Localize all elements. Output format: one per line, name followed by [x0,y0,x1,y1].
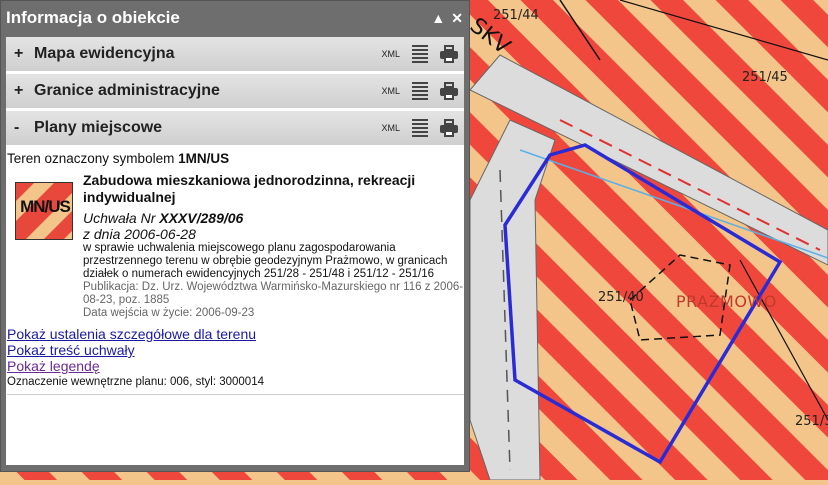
resolution-number: Uchwała Nr XXXV/289/06 [83,210,464,226]
xml-button[interactable]: XML [381,49,400,59]
map-town-label: PRAŻMOWO [676,292,777,311]
map-label-251-35: 251/35 [795,414,828,429]
effective-date: Data wejścia w życie: 2006-09-23 [83,307,255,319]
plan-record: MN/US Zabudowa mieszkaniowa jednorodzinn… [7,172,464,320]
zone-name: Zabudowa mieszkaniowa jednorodzinna, rek… [83,172,416,205]
list-icon[interactable] [412,82,428,100]
list-icon[interactable] [412,45,428,63]
map-label-251-44: 251/44 [493,8,539,23]
object-info-panel: Informacja o obiekcie ▲ ✕ + Mapa ewidenc… [0,0,470,472]
section-mapa-ewidencyjna[interactable]: + Mapa ewidencyjna XML [6,37,464,74]
map-label-251-45: 251/45 [742,70,788,85]
section-label[interactable]: Mapa ewidencyjna [32,45,381,63]
collapse-section-icon[interactable]: - [14,119,32,137]
list-icon[interactable] [412,119,428,137]
xml-button[interactable]: XML [381,86,400,96]
map-label-251-40: 251/40 [598,290,644,305]
resolution-date: z dnia 2006-06-28 [83,226,196,242]
legend-symbol-text: MN/US [20,197,71,216]
teren-line: Teren oznaczony symbolem 1MN/US [7,151,464,166]
teren-symbol: 1MN/US [178,151,230,166]
panel-content: + Mapa ewidencyjna XML + Granice adminis… [6,37,464,465]
panel-titlebar[interactable]: Informacja o obiekcie ▲ ✕ [1,1,469,35]
section-plany-miejscowe[interactable]: - Plany miejscowe XML [6,111,464,148]
print-icon[interactable] [440,119,458,137]
close-icon[interactable]: ✕ [451,10,463,27]
publication-info: Publikacja: Dz. Urz. Województwa Warmińs… [83,281,464,306]
section-label[interactable]: Granice administracyjne [32,82,381,100]
show-resolution-link[interactable]: Pokaż treść uchwały [7,342,464,358]
show-legend-link[interactable]: Pokaż legendę [7,358,464,374]
plan-info: Zabudowa mieszkaniowa jednorodzinna, rek… [83,172,464,320]
teren-prefix: Teren oznaczony symbolem [7,151,175,166]
print-icon[interactable] [440,45,458,63]
internal-designation: Oznaczenie wewnętrzne planu: 006, styl: … [7,376,264,388]
plan-details: Teren oznaczony symbolem 1MN/US MN/US Za… [6,148,464,395]
expand-icon[interactable]: + [14,45,32,63]
plan-links: Pokaż ustalenia szczegółowe dla terenu P… [7,326,464,374]
legend-symbol-icon: MN/US [15,182,73,240]
show-details-link[interactable]: Pokaż ustalenia szczegółowe dla terenu [7,326,464,342]
resolution-description: w sprawie uchwalenia miejscowego planu z… [83,242,448,280]
panel-title: Informacja o obiekcie [6,8,180,27]
xml-button[interactable]: XML [381,123,400,133]
section-label[interactable]: Plany miejscowe [32,119,381,137]
collapse-icon[interactable]: ▲ [431,10,445,27]
divider [7,394,464,395]
expand-icon[interactable]: + [14,82,32,100]
section-granice-administracyjne[interactable]: + Granice administracyjne XML [6,74,464,111]
resolution-prefix: Uchwała Nr [83,210,156,226]
resolution-id: XXXV/289/06 [159,210,244,226]
print-icon[interactable] [440,82,458,100]
